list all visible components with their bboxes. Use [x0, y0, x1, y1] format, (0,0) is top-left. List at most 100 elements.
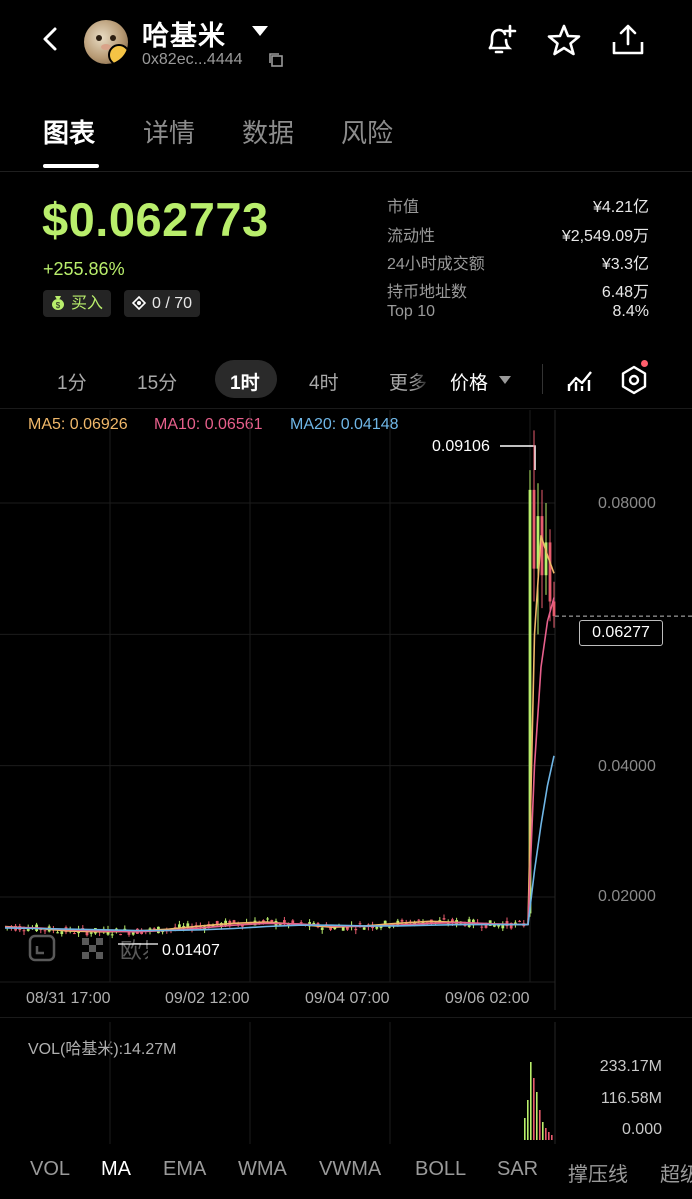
divider — [0, 171, 692, 172]
diamond-dot-icon — [131, 295, 147, 311]
volume-bar — [545, 1128, 547, 1140]
x-axis-tick: 09/04 07:00 — [305, 990, 390, 1007]
volume-bar — [530, 1062, 532, 1140]
ma10-line — [4, 597, 555, 933]
tab-data[interactable]: 数据 — [242, 113, 294, 150]
indicator-sar[interactable]: SAR — [497, 1158, 538, 1181]
interval-15m[interactable]: 15分 — [137, 368, 177, 395]
y-axis-tick: 0.08000 — [598, 495, 656, 512]
volume-bar — [548, 1132, 550, 1140]
candle — [518, 920, 521, 922]
token-dropdown-caret-icon[interactable] — [252, 26, 268, 36]
copy-icon[interactable] — [268, 52, 284, 68]
stat-holders-value: 6.48万 — [601, 284, 649, 301]
divider — [0, 408, 692, 409]
chart-settings-icon[interactable] — [620, 365, 648, 395]
interval-4h[interactable]: 4时 — [309, 368, 339, 395]
low-price-label: 0.01407 — [162, 942, 220, 959]
candle — [291, 920, 295, 924]
token-name[interactable]: 哈基米 — [142, 14, 226, 53]
indicator-super[interactable]: 超级 — [660, 1158, 692, 1187]
volume-axis-tick: 0.000 — [621, 1121, 662, 1138]
price-type-dropdown[interactable]: 价格 — [450, 368, 488, 395]
indicator-ma[interactable]: MA — [101, 1158, 131, 1181]
tab-details[interactable]: 详情 — [143, 113, 195, 150]
indicator-wma[interactable]: WMA — [238, 1158, 287, 1181]
volume-bar — [524, 1118, 526, 1140]
tab-chart[interactable]: 图表 — [43, 113, 95, 150]
price-change-percent: +255.86% — [43, 259, 125, 279]
volume-bar — [542, 1122, 544, 1140]
svg-text:$: $ — [56, 301, 61, 310]
volume-chart[interactable] — [0, 1022, 692, 1144]
star-favorite-icon[interactable] — [546, 22, 582, 58]
divider — [0, 1017, 692, 1018]
current-price: $0.062773 — [42, 193, 269, 246]
candle — [232, 920, 236, 923]
candle — [379, 926, 383, 929]
volume-bar — [527, 1100, 529, 1140]
candle — [400, 919, 404, 922]
volume-axis-tick: 233.17M — [599, 1058, 662, 1075]
indicator-vol[interactable]: VOL — [30, 1158, 70, 1181]
volume-bar — [536, 1092, 538, 1140]
holder-ratio-text: 0 / 70 — [152, 295, 193, 312]
candle — [375, 926, 379, 929]
candle — [320, 927, 324, 930]
stat-market-cap-label: 市值 — [387, 199, 420, 216]
price-chart[interactable] — [0, 410, 692, 1010]
x-axis-tick: 08/31 17:00 — [26, 990, 111, 1007]
candle — [548, 542, 552, 602]
volume-axis-tick: 116.58M — [600, 1090, 662, 1107]
candle — [266, 918, 269, 920]
candle — [299, 922, 303, 924]
notification-dot — [641, 360, 648, 367]
interval-1h[interactable]: 1时 — [230, 368, 260, 395]
indicator-support-resistance[interactable]: 撑压线 — [568, 1158, 628, 1187]
indicator-ema[interactable]: EMA — [163, 1158, 206, 1181]
volume-bar — [551, 1135, 553, 1140]
candle — [362, 927, 366, 930]
money-bag-icon: $ — [52, 296, 64, 310]
y-axis-tick: 0.04000 — [598, 758, 656, 775]
tab-risk[interactable]: 风险 — [341, 113, 393, 150]
high-price-label: 0.09106 — [432, 438, 490, 455]
indicator-vwma[interactable]: VWMA — [319, 1158, 381, 1181]
token-address: 0x82ec...4444 — [142, 51, 243, 68]
ma5-line — [4, 535, 555, 933]
stat-top10-label: Top 10 — [387, 303, 436, 320]
volume-bar — [533, 1078, 535, 1140]
chain-badge-icon — [108, 44, 128, 64]
buy-button[interactable]: $ 买入 — [43, 290, 112, 317]
chevron-down-icon[interactable] — [499, 376, 511, 384]
interval-1m[interactable]: 1分 — [57, 368, 87, 395]
indicator-boll[interactable]: BOLL — [415, 1158, 466, 1181]
buy-label: 买入 — [71, 295, 104, 312]
x-axis-tick: 09/02 12:00 — [165, 990, 250, 1007]
ma20-line — [4, 755, 555, 932]
share-icon[interactable] — [610, 22, 646, 58]
volume-bar — [539, 1110, 541, 1140]
x-axis-tick: 09/06 02:00 — [445, 990, 530, 1007]
stat-liquidity-label: 流动性 — [387, 228, 436, 245]
candle — [388, 926, 391, 928]
stat-market-cap-value: ¥4.21亿 — [592, 199, 649, 216]
candle — [532, 489, 536, 569]
watermark-logo: 欧易 — [28, 932, 164, 969]
stat-top10-value: 8.4% — [612, 303, 649, 320]
candle — [480, 926, 484, 928]
back-arrow-icon[interactable] — [34, 22, 68, 56]
holder-ratio-chip[interactable]: 0 / 70 — [124, 290, 201, 317]
chart-drawing-tool-icon[interactable] — [565, 364, 595, 394]
current-price-marker: 0.06277 — [579, 620, 663, 646]
stat-24h-volume-label: 24小时成交额 — [387, 256, 485, 273]
tab-active-indicator — [43, 164, 99, 168]
candle — [283, 920, 286, 923]
stat-liquidity-value: ¥2,549.09万 — [561, 228, 649, 245]
interval-more[interactable]: 更多 — [389, 368, 431, 395]
candle — [354, 928, 358, 931]
divider — [542, 364, 543, 394]
candle — [22, 930, 26, 932]
candle — [442, 918, 446, 920]
add-alert-bell-icon[interactable] — [482, 22, 518, 58]
